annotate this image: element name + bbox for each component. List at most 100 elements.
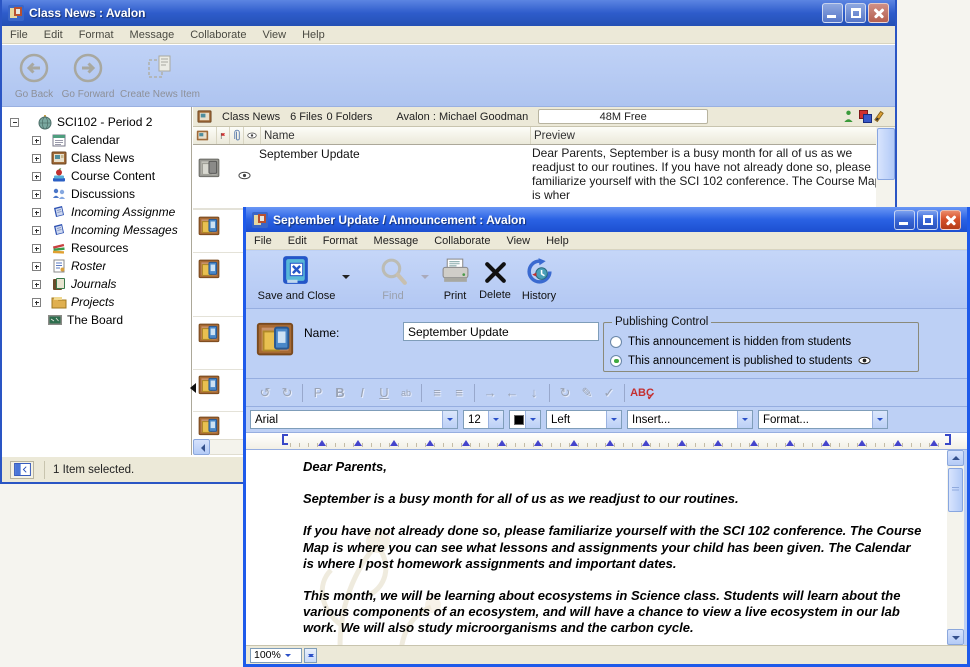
sidebar-item-projects[interactable]: Projects xyxy=(2,293,191,311)
find-button[interactable]: Find xyxy=(368,256,418,302)
layers-icon[interactable] xyxy=(859,110,872,123)
delete-button[interactable]: Delete xyxy=(472,259,518,301)
sidebar-item-class-news[interactable]: Class News xyxy=(2,149,191,167)
sidebar-item-roster[interactable]: Roster xyxy=(2,257,191,275)
scroll-track[interactable] xyxy=(947,512,964,629)
sidebar-item-discussions[interactable]: Discussions xyxy=(2,185,191,203)
check-icon[interactable]: ✓ xyxy=(598,385,620,401)
italic-icon[interactable]: I xyxy=(351,385,373,400)
expand-plus-icon[interactable] xyxy=(32,280,41,289)
name-input[interactable] xyxy=(403,322,599,341)
font-size-select[interactable]: 12 xyxy=(463,410,504,429)
list-item-icon[interactable] xyxy=(197,415,221,439)
insert-select[interactable]: Insert... xyxy=(627,410,753,429)
undo-icon[interactable]: ↺ xyxy=(254,385,276,401)
expand-plus-icon[interactable] xyxy=(32,136,41,145)
menu-help[interactable]: Help xyxy=(294,27,333,43)
scroll-up-button[interactable] xyxy=(947,450,964,466)
create-news-item-button[interactable]: Create News Item xyxy=(114,51,206,100)
zoom-level-select[interactable]: 100% xyxy=(250,648,302,663)
expand-plus-icon[interactable] xyxy=(32,154,41,163)
list-item-icon[interactable] xyxy=(197,258,221,282)
minimize-button[interactable] xyxy=(822,3,843,23)
left-indent-marker[interactable] xyxy=(282,434,288,445)
history-button[interactable]: History xyxy=(514,256,564,302)
column-preview[interactable]: Preview xyxy=(531,127,876,144)
rotate-icon[interactable]: ↻ xyxy=(554,385,576,401)
scroll-left-button[interactable] xyxy=(193,439,210,455)
sidebar-item-resources[interactable]: Resources xyxy=(2,239,191,257)
list-item-icon[interactable] xyxy=(197,322,221,346)
save-and-close-button[interactable]: Save and Close xyxy=(249,254,344,302)
go-back-button[interactable]: Go Back xyxy=(8,51,60,100)
edit-pencil-icon[interactable] xyxy=(874,111,884,122)
numbered-list-icon[interactable]: ≡ xyxy=(448,385,470,400)
tree-root-sci102[interactable]: SCI102 - Period 2 xyxy=(2,113,191,131)
menu-edit[interactable]: Edit xyxy=(280,233,315,249)
maximize-button[interactable] xyxy=(845,3,866,23)
pane-collapse-arrow[interactable] xyxy=(185,383,196,393)
close-button[interactable] xyxy=(940,210,961,230)
save-dropdown-arrow[interactable] xyxy=(342,275,350,283)
radio-published-to-students[interactable]: This announcement is published to studen… xyxy=(610,351,912,370)
expand-plus-icon[interactable] xyxy=(32,244,41,253)
go-forward-button[interactable]: Go Forward xyxy=(57,51,119,100)
underline-icon[interactable]: U xyxy=(373,385,395,400)
menu-help[interactable]: Help xyxy=(538,233,577,249)
list-item-icon[interactable] xyxy=(197,215,221,239)
format-select[interactable]: Format... xyxy=(758,410,888,429)
sidebar-item-calendar[interactable]: Calendar xyxy=(2,131,191,149)
menu-edit[interactable]: Edit xyxy=(36,27,71,43)
menu-format[interactable]: Format xyxy=(71,27,122,43)
redo-icon[interactable]: ↻ xyxy=(276,385,298,401)
list-item-icon[interactable] xyxy=(197,374,221,398)
collapse-minus-icon[interactable] xyxy=(10,118,19,127)
column-flag-icon[interactable] xyxy=(217,127,230,144)
close-button[interactable] xyxy=(868,3,889,23)
zoom-spinner[interactable] xyxy=(304,648,317,663)
class-news-titlebar[interactable]: Class News : Avalon xyxy=(2,0,895,26)
expand-plus-icon[interactable] xyxy=(32,298,41,307)
align-select[interactable]: Left xyxy=(546,410,622,429)
announcement-titlebar[interactable]: September Update / Announcement : Avalon xyxy=(246,207,967,232)
expand-plus-icon[interactable] xyxy=(32,208,41,217)
right-indent-marker[interactable] xyxy=(945,434,951,445)
minimize-button[interactable] xyxy=(894,210,915,230)
scroll-down-button[interactable] xyxy=(947,629,964,645)
maximize-button[interactable] xyxy=(917,210,938,230)
dropdown-arrow-icon[interactable] xyxy=(872,411,887,428)
ruler[interactable] xyxy=(246,433,967,450)
spellcheck-check-icon[interactable]: ✓ xyxy=(645,390,657,403)
dropdown-arrow-icon[interactable] xyxy=(737,411,752,428)
sidebar-item-journals[interactable]: Journals xyxy=(2,275,191,293)
expand-plus-icon[interactable] xyxy=(32,172,41,181)
radio-hidden-from-students[interactable]: This announcement is hidden from student… xyxy=(610,332,912,351)
menu-file[interactable]: File xyxy=(246,233,280,249)
scroll-thumb[interactable] xyxy=(877,128,895,180)
menu-message[interactable]: Message xyxy=(366,233,427,249)
dropdown-arrow-icon[interactable] xyxy=(525,411,540,428)
pen-icon[interactable]: ✎ xyxy=(576,385,598,401)
font-color-select[interactable] xyxy=(509,410,541,429)
column-item-icon[interactable] xyxy=(193,127,217,144)
expand-plus-icon[interactable] xyxy=(32,226,41,235)
plain-style-icon[interactable]: P xyxy=(307,385,329,400)
column-name[interactable]: Name xyxy=(261,127,531,144)
sidebar-item-course-content[interactable]: Course Content xyxy=(2,167,191,185)
editor-vertical-scrollbar[interactable] xyxy=(947,450,964,645)
paragraph-down-icon[interactable]: ↓ xyxy=(523,385,545,400)
dropdown-arrow-icon[interactable] xyxy=(488,411,503,428)
menu-view[interactable]: View xyxy=(498,233,538,249)
radio-on-icon[interactable] xyxy=(610,355,622,367)
outdent-icon[interactable]: ← xyxy=(501,385,523,400)
menu-view[interactable]: View xyxy=(254,27,294,43)
dropdown-arrow-icon[interactable] xyxy=(606,411,621,428)
subscript-icon[interactable]: ab xyxy=(395,388,417,398)
expand-plus-icon[interactable] xyxy=(32,262,41,271)
dropdown-arrow-icon[interactable] xyxy=(442,411,457,428)
sidebar-item-the-board[interactable]: The Board xyxy=(2,311,191,329)
menu-message[interactable]: Message xyxy=(122,27,183,43)
column-published-eye-icon[interactable] xyxy=(244,127,261,144)
indent-icon[interactable]: → xyxy=(479,385,501,400)
radio-off-icon[interactable] xyxy=(610,336,622,348)
